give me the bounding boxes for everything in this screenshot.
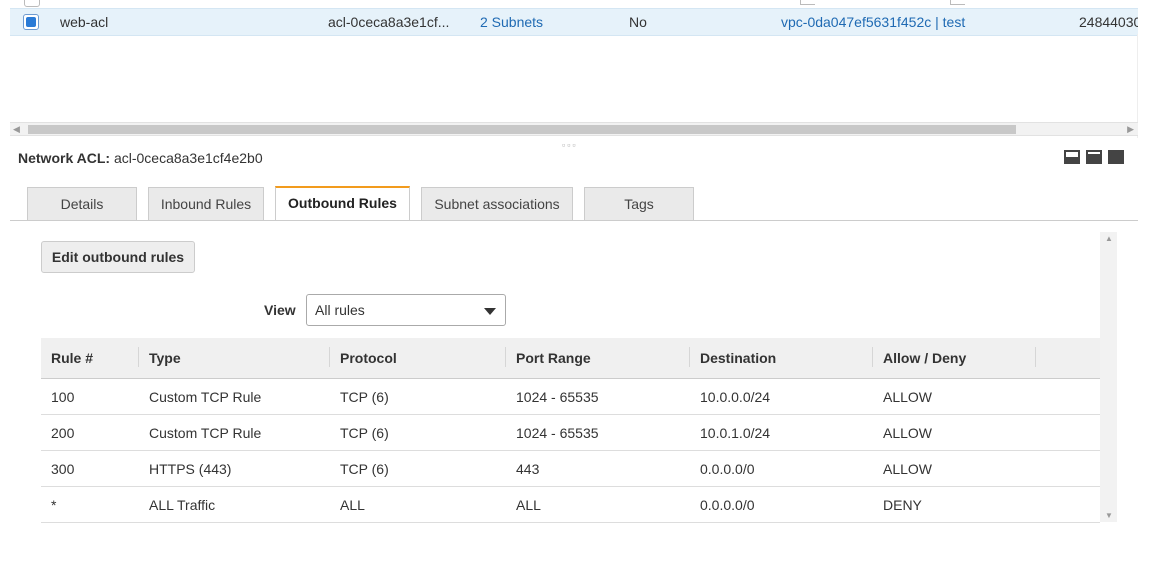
layout-large-icon[interactable] <box>1108 150 1124 164</box>
tab-subnet-associations[interactable]: Subnet associations <box>421 187 573 220</box>
rule-action: DENY <box>873 486 1036 523</box>
row-checkbox[interactable] <box>23 14 39 30</box>
rule-type: HTTPS (443) <box>139 450 330 487</box>
rule-port-range: 1024 - 65535 <box>506 414 690 451</box>
rule-number: 100 <box>41 378 139 415</box>
list-vertical-scrollbar[interactable] <box>1137 34 1154 138</box>
column-header-rule[interactable]: Rule # <box>41 338 139 379</box>
rule-action: ALLOW <box>873 378 1036 415</box>
rule-destination: 10.0.0.0/24 <box>690 378 873 415</box>
rule-type: Custom TCP Rule <box>139 378 330 415</box>
rule-protocol: TCP (6) <box>330 378 506 415</box>
scroll-up-icon[interactable]: ▲ <box>1105 234 1113 243</box>
rule-port-range: ALL <box>506 486 690 523</box>
rule-type: ALL Traffic <box>139 486 330 523</box>
layout-small-icon[interactable] <box>1064 150 1080 164</box>
acl-name: web-acl <box>60 14 109 30</box>
rule-destination: 0.0.0.0/0 <box>690 486 873 523</box>
previous-row-checkbox[interactable] <box>24 0 40 7</box>
detail-header-value: acl-0ceca8a3e1cf4e2b0 <box>113 150 263 166</box>
scroll-left-icon[interactable]: ◀ <box>13 123 20 135</box>
previous-row-cell-fragment <box>950 0 965 5</box>
table-row-selected[interactable]: web-acl acl-0ceca8a3e1cf... 2 Subnets No… <box>10 8 1138 36</box>
rules-table: Rule # Type Protocol Port Range Destinat… <box>41 338 1100 523</box>
table-row: 100 Custom TCP Rule TCP (6) 1024 - 65535… <box>41 378 1100 415</box>
rule-protocol: ALL <box>330 486 506 523</box>
panel-vertical-scrollbar[interactable]: ▲ ▼ <box>1100 232 1117 522</box>
rule-number: * <box>41 486 139 523</box>
table-header-row: Rule # Type Protocol Port Range Destinat… <box>41 338 1100 379</box>
edit-outbound-rules-button[interactable]: Edit outbound rules <box>41 241 195 273</box>
rule-port-range: 1024 - 65535 <box>506 378 690 415</box>
rule-destination: 10.0.1.0/24 <box>690 414 873 451</box>
table-row: 300 HTTPS (443) TCP (6) 443 0.0.0.0/0 AL… <box>41 450 1100 487</box>
detail-header-label: Network ACL: <box>18 150 111 166</box>
rule-action: ALLOW <box>873 450 1036 487</box>
detail-header: Network ACL: acl-0ceca8a3e1cf4e2b0 <box>18 150 263 166</box>
spacer-cell <box>1036 414 1100 451</box>
view-select[interactable]: All rules <box>306 294 506 326</box>
column-header-allow-deny[interactable]: Allow / Deny <box>873 338 1036 379</box>
rule-action: ALLOW <box>873 414 1036 451</box>
column-header-type[interactable]: Type <box>139 338 330 379</box>
rule-destination: 0.0.0.0/0 <box>690 450 873 487</box>
previous-row-fragment <box>0 0 1138 8</box>
column-header-spacer <box>1036 338 1100 379</box>
column-header-port-range[interactable]: Port Range <box>506 338 690 379</box>
scroll-down-icon[interactable]: ▼ <box>1105 511 1113 520</box>
rule-protocol: TCP (6) <box>330 414 506 451</box>
resize-grip-icon[interactable]: ▫▫▫ <box>562 140 578 150</box>
chevron-down-icon <box>484 308 496 315</box>
tab-details[interactable]: Details <box>27 187 137 220</box>
scroll-thumb[interactable] <box>28 125 1016 134</box>
rule-number: 300 <box>41 450 139 487</box>
view-label: View <box>264 302 296 318</box>
tab-tags[interactable]: Tags <box>584 187 694 220</box>
table-row: 200 Custom TCP Rule TCP (6) 1024 - 65535… <box>41 414 1100 451</box>
scroll-right-icon[interactable]: ▶ <box>1127 123 1134 135</box>
spacer-cell <box>1036 378 1100 415</box>
vpc-link[interactable]: vpc-0da047ef5631f452c | test <box>781 14 965 30</box>
default-value: No <box>629 14 647 30</box>
column-header-protocol[interactable]: Protocol <box>330 338 506 379</box>
owner-id: 24844030 <box>1079 14 1138 30</box>
rule-type: Custom TCP Rule <box>139 414 330 451</box>
table-row: * ALL Traffic ALL ALL 0.0.0.0/0 DENY <box>41 486 1100 523</box>
list-horizontal-scrollbar[interactable]: ◀ ▶ <box>10 122 1138 136</box>
rule-protocol: TCP (6) <box>330 450 506 487</box>
view-select-value: All rules <box>315 302 365 318</box>
spacer-cell <box>1036 450 1100 487</box>
rule-port-range: 443 <box>506 450 690 487</box>
spacer-cell <box>1036 486 1100 523</box>
tab-outbound-rules[interactable]: Outbound Rules <box>275 186 410 221</box>
subnets-link[interactable]: 2 Subnets <box>480 14 543 30</box>
tab-inbound-rules[interactable]: Inbound Rules <box>148 187 264 220</box>
layout-medium-icon[interactable] <box>1086 150 1102 164</box>
layout-toggle <box>1064 150 1130 166</box>
column-header-destination[interactable]: Destination <box>690 338 873 379</box>
rule-number: 200 <box>41 414 139 451</box>
previous-row-cell-fragment <box>800 0 815 5</box>
acl-id: acl-0ceca8a3e1cf... <box>328 14 450 30</box>
